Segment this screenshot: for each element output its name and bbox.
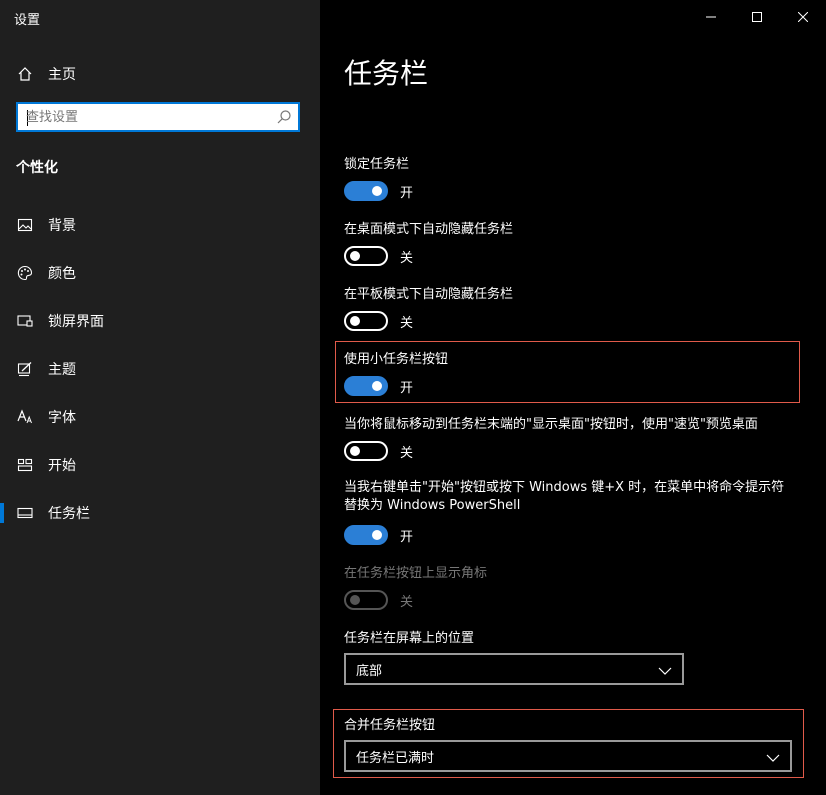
close-icon: [797, 7, 809, 26]
picture-icon: [9, 217, 41, 233]
sidebar-item-label: 字体: [48, 410, 76, 426]
toggle-state-text: 关: [400, 445, 414, 461]
toggle-state-text: 开: [400, 529, 414, 545]
combine-label: 合并任务栏按钮: [344, 718, 436, 733]
close-button[interactable]: [780, 0, 826, 32]
toggle-state-text: 关: [400, 315, 414, 331]
setting-label: 使用小任务栏按钮: [344, 352, 449, 367]
sidebar-item-taskbar[interactable]: 任务栏: [0, 493, 320, 533]
toggle-state-text: 关: [400, 250, 414, 266]
sidebar-item-themes[interactable]: 主题: [0, 349, 320, 389]
home-label: 主页: [48, 67, 76, 83]
toggle-knob: [350, 316, 360, 326]
sidebar-item-label: 锁屏界面: [48, 314, 104, 330]
window-controls: [688, 0, 826, 32]
combine-dropdown[interactable]: 任务栏已满时: [344, 740, 792, 772]
position-dropdown-value: 底部: [356, 663, 383, 679]
chevron-down-icon: [658, 660, 672, 679]
toggle-knob: [372, 186, 382, 196]
setting-label: 当你将鼠标移动到任务栏末端的"显示桌面"按钮时，使用"速览"预览桌面: [344, 417, 758, 432]
sidebar-item-background[interactable]: 背景: [0, 205, 320, 245]
taskbar-icon: [9, 505, 41, 521]
selection-indicator: [0, 503, 4, 523]
setting-label: 在桌面模式下自动隐藏任务栏: [344, 222, 514, 237]
badges-toggle: [344, 590, 388, 610]
autohide-tablet-toggle-row: 关: [344, 311, 413, 331]
setting-label: 当我右键单击"开始"按钮或按下 Windows 键+X 时，在菜单中将命令提示符…: [344, 480, 785, 513]
badges-toggle-row: 关: [344, 590, 413, 610]
toggle-state-text: 关: [400, 594, 414, 610]
toggle-state-text: 开: [400, 185, 414, 201]
toggle-knob: [372, 530, 382, 540]
start-icon: [9, 457, 41, 473]
search-box[interactable]: [16, 102, 300, 132]
combine-dropdown-value: 任务栏已满时: [356, 750, 435, 766]
peek-toggle-row: 关: [344, 441, 413, 461]
minimize-button[interactable]: [688, 0, 734, 32]
position-label: 任务栏在屏幕上的位置: [344, 631, 475, 646]
sidebar-item-colors[interactable]: 颜色: [0, 253, 320, 293]
theme-icon: [9, 361, 41, 377]
font-icon: [9, 409, 41, 425]
lock-taskbar-toggle[interactable]: [344, 181, 388, 201]
autohide-tablet-toggle[interactable]: [344, 311, 388, 331]
minimize-icon: [706, 7, 716, 26]
sidebar-item-start[interactable]: 开始: [0, 445, 320, 485]
sidebar-item-label: 主题: [48, 362, 76, 378]
sidebar-item-label: 背景: [48, 218, 76, 234]
powershell-toggle-row: 开: [344, 525, 413, 545]
maximize-button[interactable]: [734, 0, 780, 32]
position-dropdown[interactable]: 底部: [344, 653, 684, 685]
search-input[interactable]: [26, 108, 266, 126]
sidebar: 设置 主页 个性化 背景 颜色 锁屏界面 主题: [0, 0, 320, 795]
setting-label: 锁定任务栏: [344, 157, 410, 172]
toggle-knob: [350, 446, 360, 456]
toggle-knob: [372, 381, 382, 391]
sidebar-item-fonts[interactable]: 字体: [0, 397, 320, 437]
sidebar-item-label: 颜色: [48, 266, 76, 282]
sidebar-item-label: 开始: [48, 458, 76, 474]
page-title: 任务栏: [344, 57, 429, 90]
small-buttons-toggle[interactable]: [344, 376, 388, 396]
setting-label: 在平板模式下自动隐藏任务栏: [344, 287, 514, 302]
toggle-knob: [350, 251, 360, 261]
autohide-desktop-toggle[interactable]: [344, 246, 388, 266]
peek-toggle[interactable]: [344, 441, 388, 461]
sidebar-item-label: 任务栏: [48, 506, 90, 522]
home-nav-item[interactable]: 主页: [0, 58, 320, 90]
lock-screen-icon: [9, 313, 41, 329]
small-buttons-toggle-row: 开: [344, 376, 413, 396]
app-title: 设置: [14, 13, 41, 28]
setting-label: 在任务栏按钮上显示角标: [344, 566, 488, 581]
palette-icon: [9, 265, 41, 281]
sidebar-item-lock-screen[interactable]: 锁屏界面: [0, 301, 320, 341]
powershell-toggle[interactable]: [344, 525, 388, 545]
chevron-down-icon: [766, 747, 780, 766]
autohide-desktop-toggle-row: 关: [344, 246, 413, 266]
toggle-knob: [350, 595, 360, 605]
search-icon[interactable]: [276, 109, 292, 129]
main-content: 任务栏 锁定任务栏 开 在桌面模式下自动隐藏任务栏 关 在平板模式下自动隐藏任务…: [320, 0, 826, 795]
section-title: 个性化: [16, 160, 58, 176]
lock-taskbar-toggle-row: 开: [344, 181, 413, 201]
toggle-state-text: 开: [400, 380, 414, 396]
home-icon: [9, 66, 41, 82]
maximize-icon: [752, 7, 762, 26]
